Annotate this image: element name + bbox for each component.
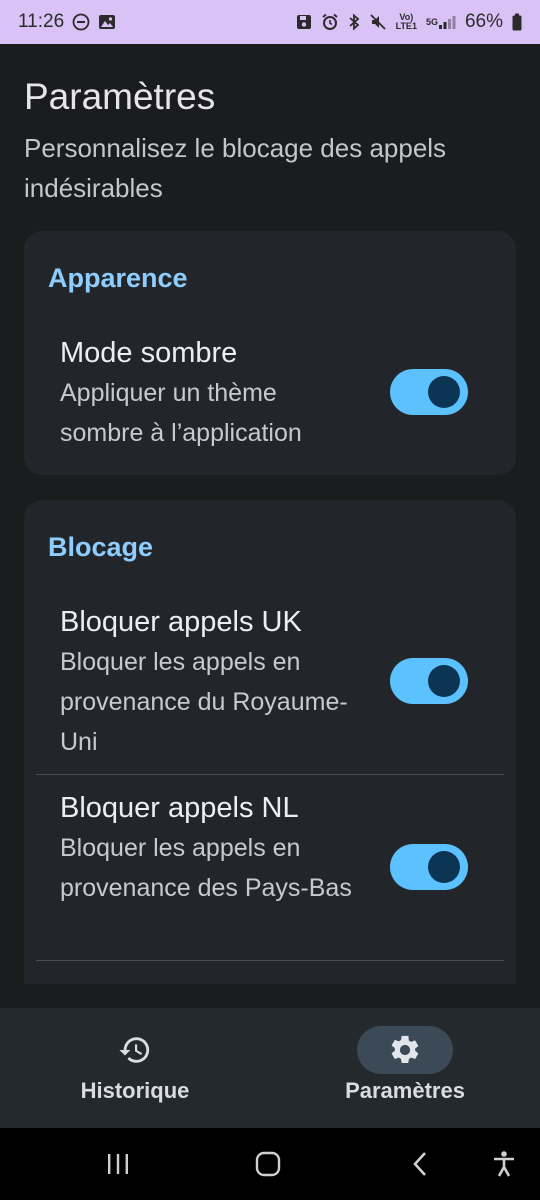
home-icon[interactable]	[248, 1148, 288, 1180]
page-subtitle: Personnalisez le blocage des appels indé…	[24, 133, 447, 203]
setting-title: Bloquer appels UK	[60, 606, 302, 638]
status-time: 11:26	[18, 11, 65, 32]
system-navigation-bar	[0, 1128, 540, 1200]
battery-icon	[512, 13, 522, 31]
recent-apps-icon[interactable]	[98, 1148, 138, 1180]
blocking-card: Blocage Bloquer appels UK Bloquer les ap…	[24, 500, 516, 984]
gallery-icon	[98, 14, 116, 30]
section-title-appearance: Apparence	[48, 263, 188, 293]
signal-type-label: 5G	[425, 16, 438, 27]
section-title-blocking: Blocage	[48, 532, 154, 562]
accessibility-icon[interactable]	[484, 1148, 524, 1180]
toggle-knob	[428, 851, 460, 883]
setting-title: Mode sombre	[60, 337, 238, 369]
appearance-card: Apparence Mode sombre Appliquer un thème…	[24, 231, 516, 475]
bottom-navigation: Historique Paramètres	[0, 1008, 540, 1128]
toggle-knob	[428, 665, 460, 697]
setting-description: Bloquer les appels en provenance des Pay…	[60, 834, 352, 902]
alarm-icon	[321, 13, 339, 31]
bluetooth-icon	[348, 13, 360, 31]
setting-description: Appliquer un thème sombre à l’applicatio…	[60, 379, 302, 447]
mute-icon	[369, 13, 387, 31]
back-icon[interactable]	[400, 1148, 440, 1180]
dark-mode-toggle[interactable]	[390, 369, 468, 415]
setting-title: Bloquer appels NL	[60, 792, 299, 824]
page-title: Paramètres	[24, 76, 216, 117]
block-nl-toggle[interactable]	[390, 844, 468, 890]
do-not-disturb-icon	[72, 13, 90, 31]
nav-item-settings[interactable]: Paramètres	[270, 1008, 540, 1128]
signal-icon: 5G	[426, 14, 456, 30]
status-bar: 11:26 Vo) LTE1 5G 66%	[0, 0, 540, 44]
history-icon	[87, 1026, 183, 1074]
network-type-icon: Vo) LTE1	[395, 12, 417, 31]
divider	[36, 960, 504, 961]
block-uk-toggle[interactable]	[390, 658, 468, 704]
nav-label: Historique	[80, 1078, 190, 1103]
toggle-knob	[428, 376, 460, 408]
divider	[36, 774, 504, 775]
settings-icon	[357, 1026, 453, 1074]
battery-percentage: 66%	[464, 11, 503, 32]
nav-item-history[interactable]: Historique	[0, 1008, 270, 1128]
save-icon	[296, 14, 312, 30]
nav-label: Paramètres	[345, 1078, 465, 1103]
setting-description: Bloquer les appels en provenance du Roya…	[60, 648, 348, 756]
